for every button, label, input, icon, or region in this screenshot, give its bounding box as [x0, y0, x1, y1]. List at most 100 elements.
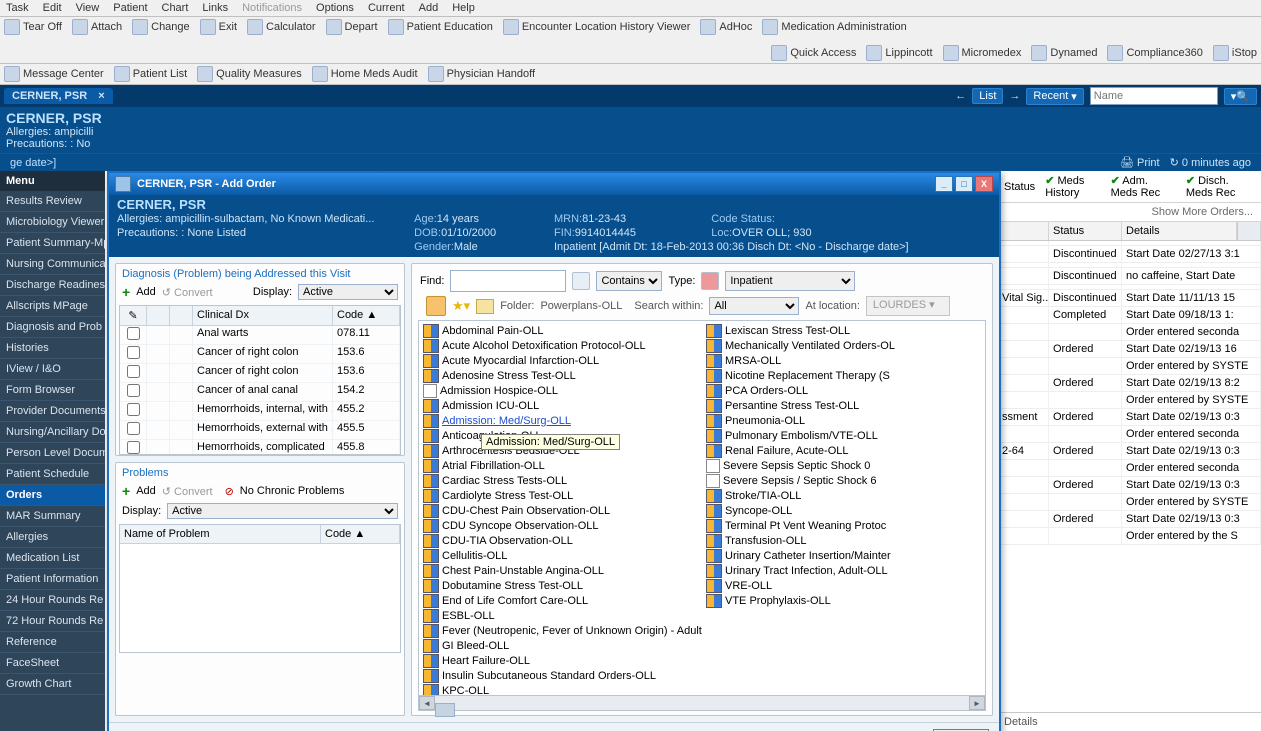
find-input[interactable]	[450, 270, 566, 292]
nav-nursing-ancillary-do[interactable]: Nursing/Ancillary Do	[0, 422, 105, 443]
catalog-item[interactable]: Mechanically Ventilated Orders-OL	[702, 338, 985, 353]
toolbtn-attach[interactable]: Attach	[72, 19, 122, 35]
catalog-item[interactable]: PCA Orders-OLL	[702, 383, 985, 398]
toolbtn-compliance360[interactable]: Compliance360	[1107, 45, 1202, 61]
nav-histories[interactable]: Histories	[0, 338, 105, 359]
catalog-item[interactable]: Admission: Med/Surg-OLL	[419, 413, 702, 428]
dx-checkbox[interactable]	[127, 365, 140, 378]
nav-form-browser[interactable]: Form Browser	[0, 380, 105, 401]
catalog-item[interactable]: VRE-OLL	[702, 578, 985, 593]
match-select[interactable]: Contains	[596, 271, 662, 291]
toolbtn-quick-access[interactable]: Quick Access	[771, 45, 856, 61]
catalog-item[interactable]: Pneumonia-OLL	[702, 413, 985, 428]
menu-notifications[interactable]: Notifications	[242, 2, 302, 14]
order-row[interactable]: Order entered seconda	[998, 324, 1261, 341]
catalog-item[interactable]: Terminal Pt Vent Weaning Protoc	[702, 518, 985, 533]
catalog-item[interactable]: CDU Syncope Observation-OLL	[419, 518, 702, 533]
order-row[interactable]: Vital Sig...DiscontinuedStart Date 11/11…	[998, 290, 1261, 307]
nav-nursing-communica[interactable]: Nursing Communica	[0, 254, 105, 275]
nav-discharge-readines[interactable]: Discharge Readines	[0, 275, 105, 296]
nav-provider-documents[interactable]: Provider Documents	[0, 401, 105, 422]
catalog-item[interactable]: Admission ICU-OLL	[419, 398, 702, 413]
nav-mar-summary[interactable]: MAR Summary	[0, 506, 105, 527]
add-dx-button[interactable]: Add	[136, 286, 156, 298]
menu-edit[interactable]: Edit	[43, 2, 62, 14]
menu-options[interactable]: Options	[316, 2, 354, 14]
catalog-item[interactable]: Severe Sepsis Septic Shock 0	[702, 458, 985, 473]
search-within-select[interactable]: All	[709, 297, 799, 315]
catalog-item[interactable]: Chest Pain-Unstable Angina-OLL	[419, 563, 702, 578]
dx-row[interactable]: Cancer of right colon153.6	[120, 345, 400, 364]
nav-diagnosis-and-prob[interactable]: Diagnosis and Prob	[0, 317, 105, 338]
toolbtn-message-center[interactable]: Message Center	[4, 66, 104, 82]
nav-growth-chart[interactable]: Growth Chart	[0, 674, 105, 695]
catalog-item[interactable]: Urinary Tract Infection, Adult-OLL	[702, 563, 985, 578]
toolbtn-lippincott[interactable]: Lippincott	[866, 45, 932, 61]
dx-display-select[interactable]: Active	[298, 284, 398, 300]
menu-help[interactable]: Help	[452, 2, 475, 14]
catalog-item[interactable]: Adenosine Stress Test-OLL	[419, 368, 702, 383]
add-dx-icon[interactable]: +	[122, 284, 130, 300]
nav-next-icon[interactable]: →	[1009, 90, 1020, 102]
catalog-item[interactable]: Acute Alcohol Detoxification Protocol-OL…	[419, 338, 702, 353]
order-row[interactable]: Order entered by SYSTE	[998, 392, 1261, 409]
catalog-item[interactable]: Admission Hospice-OLL	[419, 383, 702, 398]
catalog-item[interactable]: Pulmonary Embolism/VTE-OLL	[702, 428, 985, 443]
maximize-button[interactable]: □	[955, 176, 973, 192]
order-row[interactable]: OrderedStart Date 02/19/13 8:2	[998, 375, 1261, 392]
menu-add[interactable]: Add	[419, 2, 439, 14]
catalog-item[interactable]: Urinary Catheter Insertion/Mainter	[702, 548, 985, 563]
menu-patient[interactable]: Patient	[113, 2, 147, 14]
menu-chart[interactable]: Chart	[162, 2, 189, 14]
menu-current[interactable]: Current	[368, 2, 405, 14]
home-icon[interactable]	[426, 296, 446, 316]
toolbtn-istop[interactable]: iStop	[1213, 45, 1257, 61]
order-row[interactable]: DiscontinuedStart Date 02/27/13 3:1	[998, 246, 1261, 263]
list-button[interactable]: List	[972, 88, 1003, 104]
catalog-item[interactable]: VTE Prophylaxis-OLL	[702, 593, 985, 608]
order-row[interactable]: ssmentOrderedStart Date 02/19/13 0:3	[998, 409, 1261, 426]
recent-button[interactable]: Recent ▾	[1026, 88, 1083, 105]
nav-microbiology-viewer[interactable]: Microbiology Viewer	[0, 212, 105, 233]
dx-edit-icon[interactable]: ✎	[120, 306, 147, 325]
order-row[interactable]: CompletedStart Date 09/18/13 1:	[998, 307, 1261, 324]
catalog-item[interactable]: Renal Failure, Acute-OLL	[702, 443, 985, 458]
nav-reference[interactable]: Reference	[0, 632, 105, 653]
catalog-item[interactable]: Heart Failure-OLL	[419, 653, 702, 668]
catalog-item[interactable]: MRSA-OLL	[702, 353, 985, 368]
catalog-item[interactable]: Stroke/TIA-OLL	[702, 488, 985, 503]
nav-person-level-docum[interactable]: Person Level Docum	[0, 443, 105, 464]
favorite-icon[interactable]: ★▾	[452, 298, 470, 314]
nav-patient-schedule[interactable]: Patient Schedule	[0, 464, 105, 485]
order-row[interactable]: Discontinuedno caffeine, Start Date	[998, 268, 1261, 285]
dx-row[interactable]: Hemorrhoids, external with ...455.5	[120, 421, 400, 440]
order-row[interactable]: 2-64OrderedStart Date 02/19/13 0:3	[998, 443, 1261, 460]
toolbtn-change[interactable]: Change	[132, 19, 190, 35]
print-button[interactable]: 🖨 Print	[1120, 156, 1160, 169]
nav-allergies[interactable]: Allergies	[0, 527, 105, 548]
dx-col-code[interactable]: Code ▲	[333, 306, 400, 325]
patient-tab[interactable]: CERNER, PSR ×	[4, 88, 113, 104]
menu-links[interactable]: Links	[202, 2, 228, 14]
toolbtn-physician-handoff[interactable]: Physician Handoff	[428, 66, 535, 82]
scroll-right-icon[interactable]: ►	[969, 696, 985, 710]
scroll-thumb[interactable]	[435, 703, 455, 717]
dx-checkbox[interactable]	[127, 441, 140, 454]
toolbtn-dynamed[interactable]: Dynamed	[1031, 45, 1097, 61]
prob-col-code[interactable]: Code ▲	[321, 525, 400, 543]
nav-24-hour-rounds-re[interactable]: 24 Hour Rounds Re	[0, 590, 105, 611]
order-row[interactable]: Order entered by SYSTE	[998, 494, 1261, 511]
catalog-item[interactable]: GI Bleed-OLL	[419, 638, 702, 653]
dx-checkbox[interactable]	[127, 327, 140, 340]
catalog-item[interactable]: Lexiscan Stress Test-OLL	[702, 323, 985, 338]
catalog-item[interactable]: Persantine Stress Test-OLL	[702, 398, 985, 413]
dx-checkbox[interactable]	[127, 346, 140, 359]
catalog-item[interactable]: Acute Myocardial Infarction-OLL	[419, 353, 702, 368]
toolbtn-tear-off[interactable]: Tear Off	[4, 19, 62, 35]
show-more-orders[interactable]: Show More Orders...	[998, 203, 1261, 222]
toolbtn-micromedex[interactable]: Micromedex	[943, 45, 1022, 61]
toolbtn-patient-education[interactable]: Patient Education	[388, 19, 493, 35]
menu-task[interactable]: Task	[6, 2, 29, 14]
catalog-item[interactable]: Cellulitis-OLL	[419, 548, 702, 563]
catalog-item[interactable]: CDU-TIA Observation-OLL	[419, 533, 702, 548]
